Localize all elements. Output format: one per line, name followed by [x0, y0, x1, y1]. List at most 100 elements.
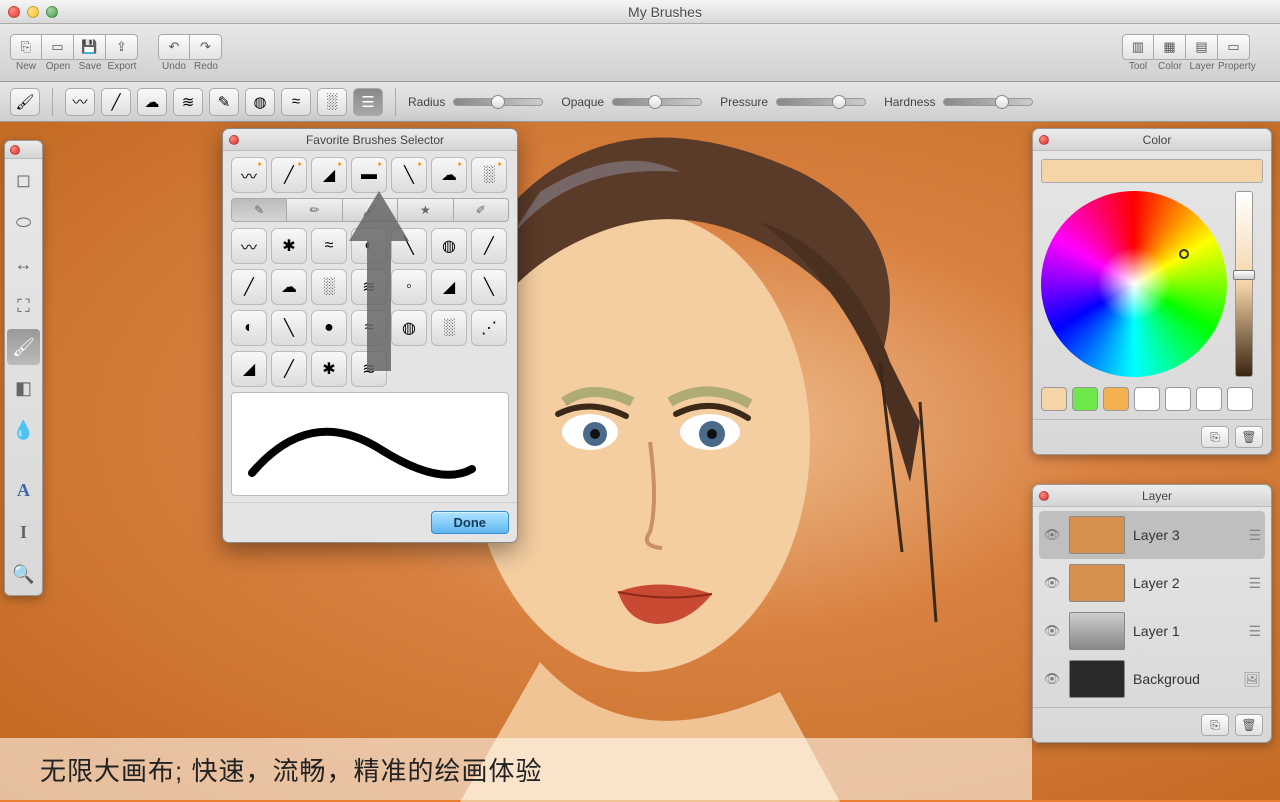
visibility-icon[interactable]: 👁	[1043, 575, 1061, 591]
fav-brush-3[interactable]: ☁	[137, 88, 167, 116]
brush-item[interactable]: ◍	[431, 228, 467, 264]
brush-item[interactable]: ✱	[271, 228, 307, 264]
tab-brush[interactable]: 🖌	[343, 198, 398, 222]
close-icon[interactable]	[229, 135, 239, 145]
text-tool[interactable]: A	[5, 469, 42, 511]
brush-item[interactable]: ☁	[271, 269, 307, 305]
new-button[interactable]: ⎘	[10, 34, 42, 60]
move-tool[interactable]: ↔	[5, 243, 42, 285]
color-swatch[interactable]	[1165, 387, 1191, 411]
brush-item[interactable]: ╲	[471, 269, 507, 305]
fav-brush[interactable]: ☁✦	[431, 157, 467, 193]
fav-brush[interactable]: ╲✦	[391, 157, 427, 193]
redo-button[interactable]: ↷	[190, 34, 222, 60]
brush-item[interactable]: 〰	[231, 228, 267, 264]
value-thumb[interactable]	[1233, 270, 1255, 280]
color-panel-header[interactable]: Color	[1033, 129, 1271, 151]
undo-button[interactable]: ↶	[158, 34, 190, 60]
fav-brush[interactable]: ◢✦	[311, 157, 347, 193]
brush-item[interactable]: ≋	[351, 351, 387, 387]
brush-item[interactable]: ◢	[431, 269, 467, 305]
brush-item[interactable]: ◦	[391, 269, 427, 305]
property-panel-button[interactable]: ▭	[1218, 34, 1250, 60]
color-swatch[interactable]	[1134, 387, 1160, 411]
brush-item[interactable]: ●	[311, 310, 347, 346]
fav-brush-5[interactable]: ✎	[209, 88, 239, 116]
brush-item[interactable]: ╲	[391, 228, 427, 264]
brush-item[interactable]: ≈	[351, 310, 387, 346]
tab-pencil[interactable]: ✎	[231, 198, 287, 222]
brush-item[interactable]: ◐	[351, 228, 387, 264]
fav-brush-1[interactable]: 〰	[65, 88, 95, 116]
save-button[interactable]: 💾	[74, 34, 106, 60]
lasso-tool[interactable]: ⬭	[5, 201, 42, 243]
brush-item[interactable]: ╲	[271, 310, 307, 346]
brush-item[interactable]: ░	[311, 269, 347, 305]
close-icon[interactable]	[1039, 491, 1049, 501]
open-button[interactable]: ▭	[42, 34, 74, 60]
image-icon[interactable]: 🖼	[1243, 671, 1261, 688]
eyedropper-tool[interactable]: 💧	[5, 409, 42, 451]
layer-menu-icon[interactable]: ☰	[1248, 623, 1261, 640]
current-brush-icon[interactable]: 🖌	[10, 88, 40, 116]
color-wheel[interactable]	[1041, 191, 1227, 377]
brush-item[interactable]: ◐	[231, 310, 267, 346]
brush-item[interactable]: ◍	[391, 310, 427, 346]
color-swatch[interactable]	[1072, 387, 1098, 411]
layer-row[interactable]: 👁 Layer 2 ☰	[1039, 559, 1265, 607]
fav-brush-4[interactable]: ≋	[173, 88, 203, 116]
wheel-picker-icon[interactable]	[1179, 249, 1189, 259]
fav-brush-2[interactable]: ╱	[101, 88, 131, 116]
fav-brush[interactable]: ▬✦	[351, 157, 387, 193]
brush-item[interactable]: ╱	[231, 269, 267, 305]
tab-pen[interactable]: ✏	[287, 198, 342, 222]
zoom-tool[interactable]: 🔍	[5, 553, 42, 595]
brush-item[interactable]: ⋰	[471, 310, 507, 346]
visibility-icon[interactable]: 👁	[1043, 671, 1061, 687]
hardness-slider[interactable]	[943, 98, 1033, 106]
close-icon[interactable]	[10, 145, 20, 155]
tab-marker[interactable]: ✐	[454, 198, 509, 222]
eraser-tool[interactable]: ◧	[5, 367, 42, 409]
color-swatch[interactable]	[1041, 387, 1067, 411]
brush-item[interactable]: ░	[431, 310, 467, 346]
visibility-icon[interactable]: 👁	[1043, 527, 1061, 543]
tab-star[interactable]: ★	[398, 198, 453, 222]
transform-tool[interactable]: ⛶	[5, 285, 42, 327]
brush-item[interactable]: ✱	[311, 351, 347, 387]
brush-item[interactable]: ╱	[271, 351, 307, 387]
export-button[interactable]: ⇪	[106, 34, 138, 60]
close-window-button[interactable]	[8, 6, 20, 18]
layer-menu-icon[interactable]: ☰	[1248, 527, 1261, 544]
color-panel-button[interactable]: ▦	[1154, 34, 1186, 60]
brush-item[interactable]: ◢	[231, 351, 267, 387]
tools-panel-header[interactable]	[5, 141, 42, 159]
layer-menu-icon[interactable]: ☰	[1248, 575, 1261, 592]
color-swatch[interactable]	[1103, 387, 1129, 411]
brush-item[interactable]: ≈	[311, 228, 347, 264]
done-button[interactable]: Done	[431, 511, 510, 534]
visibility-icon[interactable]: 👁	[1043, 623, 1061, 639]
current-color-swatch[interactable]	[1041, 159, 1263, 183]
layer-panel-button[interactable]: ▤	[1186, 34, 1218, 60]
layer-panel-header[interactable]: Layer	[1033, 485, 1271, 507]
value-slider[interactable]	[1235, 191, 1253, 377]
tool-panel-button[interactable]: ▥	[1122, 34, 1154, 60]
close-icon[interactable]	[1039, 135, 1049, 145]
zoom-window-button[interactable]	[46, 6, 58, 18]
delete-layer-button[interactable]: 🗑	[1235, 714, 1263, 736]
fav-brush[interactable]: 〰✦	[231, 157, 267, 193]
brush-tool[interactable]: 🖌	[7, 329, 40, 365]
layer-row[interactable]: 👁 Backgroud 🖼	[1039, 655, 1265, 703]
delete-swatch-button[interactable]: 🗑	[1235, 426, 1263, 448]
minimize-window-button[interactable]	[27, 6, 39, 18]
layer-row[interactable]: 👁 Layer 1 ☰	[1039, 607, 1265, 655]
color-swatch[interactable]	[1196, 387, 1222, 411]
add-swatch-button[interactable]: ⎘	[1201, 426, 1229, 448]
popup-header[interactable]: Favorite Brushes Selector	[223, 129, 517, 151]
brush-item[interactable]: ≋	[351, 269, 387, 305]
marquee-tool[interactable]: ◻	[5, 159, 42, 201]
add-layer-button[interactable]: ⎘	[1201, 714, 1229, 736]
fav-brush-6[interactable]: ◍	[245, 88, 275, 116]
text-cursor-tool[interactable]: I	[5, 511, 42, 553]
